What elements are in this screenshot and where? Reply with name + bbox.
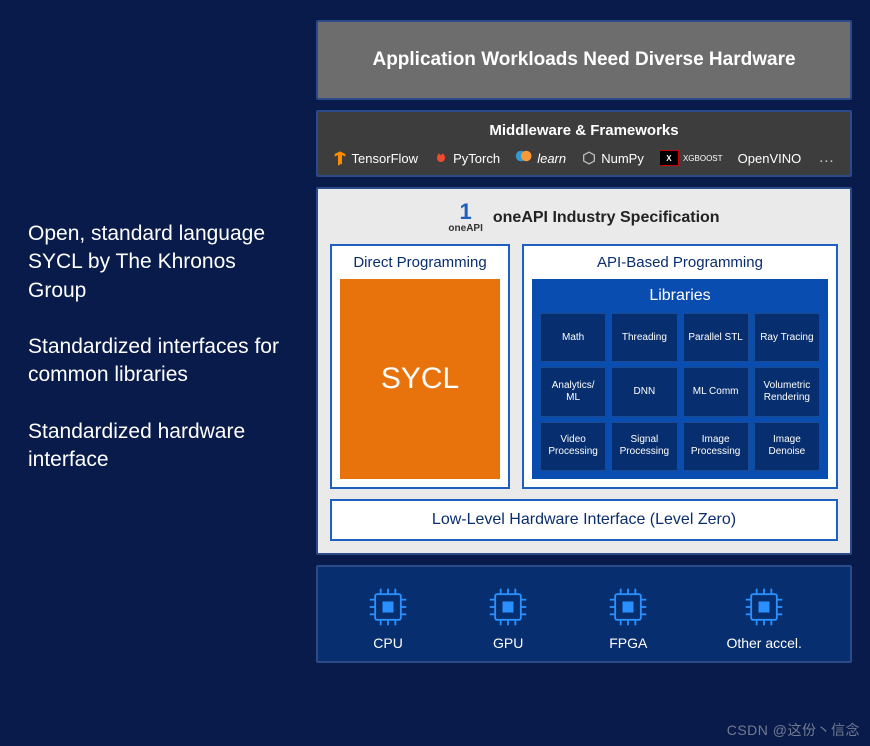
middleware-box: Middleware & Frameworks TensorFlow PyTor… — [316, 110, 852, 177]
pytorch-icon — [433, 150, 449, 166]
left-description-column: Open, standard language SYCL by The Khro… — [18, 20, 298, 720]
sycl-box: SYCL — [340, 279, 500, 479]
oneapi-logo-text: oneAPI — [448, 223, 482, 234]
framework-label: OpenVINO — [738, 151, 802, 166]
framework-numpy: NumPy — [581, 150, 644, 166]
direct-programming-box: Direct Programming SYCL — [330, 244, 510, 489]
oneapi-logo: 1 oneAPI — [448, 201, 482, 234]
low-level-interface-label: Low-Level Hardware Interface (Level Zero… — [432, 511, 736, 528]
scikit-learn-icon — [515, 150, 533, 166]
spec-header: 1 oneAPI oneAPI Industry Specification — [330, 201, 838, 234]
lib-parallel-stl: Parallel STL — [683, 313, 749, 362]
workloads-title: Application Workloads Need Diverse Hardw… — [372, 49, 795, 71]
spec-title: oneAPI Industry Specification — [493, 209, 720, 227]
hardware-other-accel: Other accel. — [726, 585, 801, 651]
tensorflow-icon — [332, 150, 348, 166]
numpy-icon — [581, 150, 597, 166]
framework-label: TensorFlow — [352, 151, 418, 166]
lib-video-processing: VideoProcessing — [540, 422, 606, 471]
libraries-box: Libraries Math Threading Parallel STL Ra… — [532, 279, 828, 479]
watermark-text: CSDN @这份丶信念 — [727, 720, 860, 740]
lib-analytics-ml: Analytics/ML — [540, 367, 606, 416]
lib-signal-processing: SignalProcessing — [611, 422, 677, 471]
direct-programming-title: Direct Programming — [353, 254, 486, 271]
chip-icon — [366, 585, 410, 629]
api-programming-box: API-Based Programming Libraries Math Thr… — [522, 244, 838, 489]
hardware-label: CPU — [373, 635, 403, 651]
framework-pytorch: PyTorch — [433, 150, 500, 166]
hardware-label: FPGA — [609, 635, 647, 651]
left-paragraph-3: Standardized hardware interface — [28, 418, 298, 475]
lib-ml-comm: ML Comm — [683, 367, 749, 416]
framework-tensorflow: TensorFlow — [332, 150, 418, 166]
libraries-title: Libraries — [540, 287, 820, 305]
hardware-label: Other accel. — [726, 635, 801, 651]
framework-xgboost: X XGBOOST — [659, 150, 723, 166]
spec-body: Direct Programming SYCL API-Based Progra… — [330, 244, 838, 489]
framework-label: NumPy — [601, 151, 644, 166]
more-frameworks-ellipsis: … — [816, 149, 836, 167]
lib-threading: Threading — [611, 313, 677, 362]
libraries-grid: Math Threading Parallel STL Ray Tracing … — [540, 313, 820, 471]
lib-image-processing: ImageProcessing — [683, 422, 749, 471]
lib-math: Math — [540, 313, 606, 362]
left-paragraph-1: Open, standard language SYCL by The Khro… — [28, 220, 298, 305]
middleware-title: Middleware & Frameworks — [326, 122, 842, 139]
hardware-row: CPU GPU — [328, 585, 840, 651]
framework-label: learn — [537, 151, 566, 166]
workloads-box: Application Workloads Need Diverse Hardw… — [316, 20, 852, 100]
hardware-label: GPU — [493, 635, 523, 651]
api-programming-title: API-Based Programming — [597, 254, 763, 271]
lib-image-denoise: ImageDenoise — [754, 422, 820, 471]
left-paragraph-2: Standardized interfaces for common libra… — [28, 333, 298, 390]
hardware-gpu: GPU — [486, 585, 530, 651]
framework-label: XGBOOST — [683, 154, 723, 163]
oneapi-glyph-icon: 1 — [460, 201, 472, 223]
chip-icon — [486, 585, 530, 629]
xgboost-icon: X — [659, 150, 679, 166]
lib-ray-tracing: Ray Tracing — [754, 313, 820, 362]
hardware-fpga: FPGA — [606, 585, 650, 651]
hardware-cpu: CPU — [366, 585, 410, 651]
framework-scikit-learn: learn — [515, 150, 566, 166]
diagram-page: Open, standard language SYCL by The Khro… — [0, 0, 870, 730]
hardware-box: CPU GPU — [316, 565, 852, 663]
architecture-stack: Application Workloads Need Diverse Hardw… — [316, 20, 852, 720]
framework-label: PyTorch — [453, 151, 500, 166]
lib-dnn: DNN — [611, 367, 677, 416]
middleware-row: TensorFlow PyTorch learn — [326, 149, 842, 167]
framework-openvino: OpenVINO — [738, 151, 802, 166]
oneapi-spec-box: 1 oneAPI oneAPI Industry Specification D… — [316, 187, 852, 555]
lib-volumetric-rendering: VolumetricRendering — [754, 367, 820, 416]
low-level-interface-box: Low-Level Hardware Interface (Level Zero… — [330, 499, 838, 541]
chip-icon — [742, 585, 786, 629]
chip-icon — [606, 585, 650, 629]
sycl-label: SYCL — [381, 362, 459, 396]
